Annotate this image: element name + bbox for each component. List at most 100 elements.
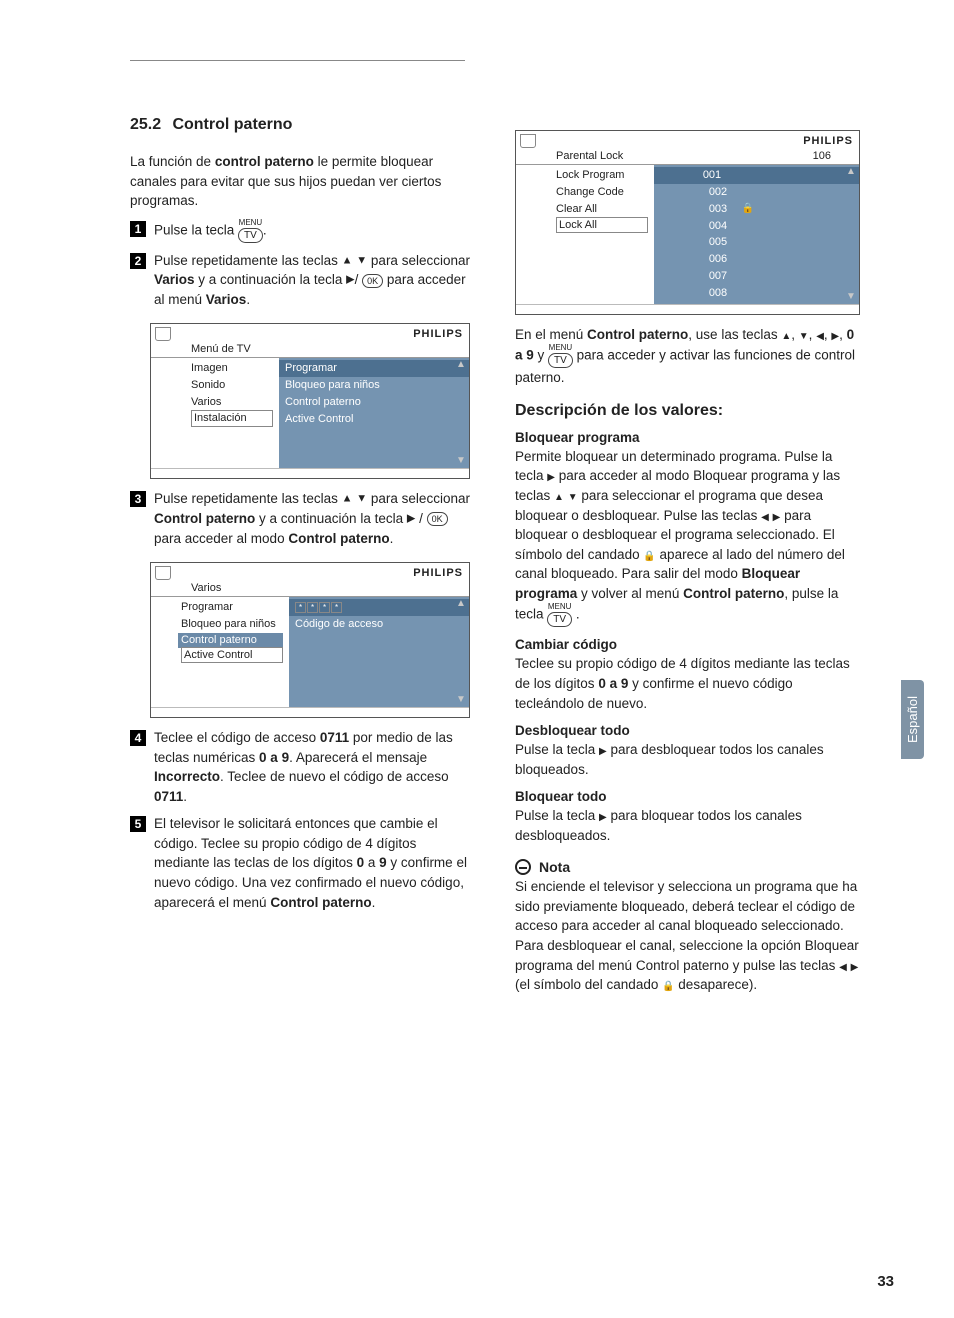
text-bold: Control paterno [154, 511, 255, 526]
osd-right-list: ▲ Programar Bloqueo para niños Control p… [279, 358, 469, 468]
subtitle-right: 106 [682, 150, 859, 162]
right-intro-paragraph: En el menú Control paterno, use las tecl… [515, 325, 860, 388]
scroll-up-icon: ▲ [455, 359, 467, 371]
columns: 25.2 Control paterno La función de contr… [130, 116, 894, 1003]
text: y a continuación la tecla [255, 511, 407, 526]
channel-number: 004 [698, 219, 738, 234]
note-icon [515, 859, 531, 875]
text: . [572, 607, 580, 622]
text: y a continuación la tecla [195, 272, 347, 287]
text: Si enciende el televisor y selecciona un… [515, 879, 859, 972]
text-bold: Control paterno [288, 531, 389, 546]
osd-body: Imagen Sonido Varios Instalación ▲ Progr… [151, 358, 469, 468]
step-3: 3 Pulse repetidamente las teclas ▲ ▼ par… [130, 489, 470, 548]
step-1: 1 Pulse la tecla MENU TV . [130, 219, 470, 243]
text: . Teclee de nuevo el código de acceso [220, 769, 449, 784]
osd-menu-tv: PHILIPS Menú de TV Imagen Sonido Varios … [150, 323, 470, 479]
list-item: Código de acceso [295, 616, 463, 633]
tv-icon [155, 327, 171, 341]
menu-tv-button-icon: MENUTV [548, 344, 573, 368]
text-bold: 0711 [154, 789, 183, 804]
text: para seleccionar [371, 253, 470, 268]
lock-cell [732, 168, 752, 183]
header-rule [130, 60, 465, 61]
channel-number: 005 [698, 235, 738, 250]
step-body: Pulse repetidamente las teclas ▲ ▼ para … [154, 489, 470, 548]
text-bold: Control paterno [587, 327, 688, 342]
channel-row: 002 [660, 184, 853, 201]
osd-titlebar: PHILIPS [151, 563, 469, 582]
text-bold: 0 a 9 [598, 676, 628, 691]
channel-row: 005 [660, 234, 853, 251]
channel-row-locked: 003🔒 [660, 201, 853, 218]
scroll-down-icon: ▼ [455, 455, 467, 467]
up-arrow-icon: ▲ [781, 331, 791, 342]
channel-row-highlighted: 001 [654, 167, 859, 184]
step-5: 5 El televisor le solicitará entonces qu… [130, 814, 470, 912]
list-item: Sonido [191, 377, 273, 394]
bloquear-todo-paragraph: Pulse la tecla ▶ para bloquear todos los… [515, 806, 860, 845]
step-number: 1 [130, 221, 146, 237]
left-arrow-icon: ◀ [816, 331, 824, 342]
channel-number: 007 [698, 269, 738, 284]
list-item: Programar [181, 599, 283, 616]
language-tab: Español [901, 680, 924, 759]
list-item: Clear All [556, 201, 648, 218]
channel-row: 008 [660, 285, 853, 302]
step-number: 4 [130, 730, 146, 746]
channel-row: 004 [660, 218, 853, 235]
osd-titlebar: PHILIPS [151, 324, 469, 343]
text: . [246, 292, 250, 307]
text-bold: Varios [206, 292, 247, 307]
left-arrow-icon: ◀ [761, 512, 769, 523]
osd-subtitle: Varios [151, 582, 469, 597]
right-arrow-icon: ▶ [346, 274, 354, 286]
text: . Aparecerá el mensaje [289, 750, 427, 765]
bloquear-programa-paragraph: Permite bloquear un determinado programa… [515, 447, 860, 628]
text-bold: 0 a 9 [259, 750, 289, 765]
text: . [390, 531, 394, 546]
up-arrow-icon: ▲ [554, 492, 564, 503]
channel-row: 006 [660, 251, 853, 268]
step-2: 2 Pulse repetidamente las teclas ▲ ▼ par… [130, 251, 470, 310]
page-number: 33 [877, 1273, 894, 1290]
channel-number: 001 [692, 168, 732, 183]
up-arrow-icon: ▲ [342, 493, 353, 505]
channel-number: 006 [698, 252, 738, 267]
osd-left-list: Imagen Sonido Varios Instalación [151, 358, 279, 468]
text: Pulse la tecla [154, 222, 238, 237]
text: Pulse repetidamente las teclas [154, 253, 342, 268]
right-arrow-icon: ▶ [599, 746, 607, 757]
descripcion-heading: Descripción de los valores: [515, 402, 860, 420]
osd-titlebar: PHILIPS [516, 131, 859, 150]
osd-parental-lock: PHILIPS Parental Lock 106 Lock Program C… [515, 130, 860, 315]
step-body: El televisor le solicitará entonces que … [154, 814, 470, 912]
list-item: Control paterno [285, 394, 463, 411]
text-bold: Varios [154, 272, 195, 287]
brand-label: PHILIPS [413, 567, 463, 579]
text: , use las teclas [688, 327, 781, 342]
list-item: Lock Program [556, 167, 648, 184]
subheading-bloquear-programa: Bloquear programa [515, 430, 860, 445]
osd-footer [516, 304, 859, 314]
ok-button-icon: 0K [362, 274, 383, 288]
osd-subtitle: Menú de TV [151, 343, 469, 358]
right-arrow-icon: ▶ [599, 812, 607, 823]
text-bold: control paterno [215, 154, 314, 169]
brand-label: PHILIPS [413, 328, 463, 340]
lock-cell [738, 219, 758, 234]
subheading-cambiar-codigo: Cambiar código [515, 637, 860, 652]
desbloquear-todo-paragraph: Pulse la tecla ▶ para desbloquear todos … [515, 740, 860, 779]
text-bold: Control paterno [270, 895, 371, 910]
step-body: Pulse la tecla MENU TV . [154, 219, 470, 243]
section-title: Control paterno [172, 116, 292, 133]
osd-footer [151, 707, 469, 717]
list-item-boxed: Active Control [181, 647, 283, 664]
text: y [534, 348, 548, 363]
text: La función de [130, 154, 215, 169]
menu-tv-button-icon: MENUTV [547, 603, 572, 627]
text: y volver al menú [577, 586, 683, 601]
left-column: 25.2 Control paterno La función de contr… [130, 116, 470, 1003]
down-arrow-icon: ▼ [356, 254, 367, 266]
down-arrow-icon: ▼ [568, 492, 578, 503]
